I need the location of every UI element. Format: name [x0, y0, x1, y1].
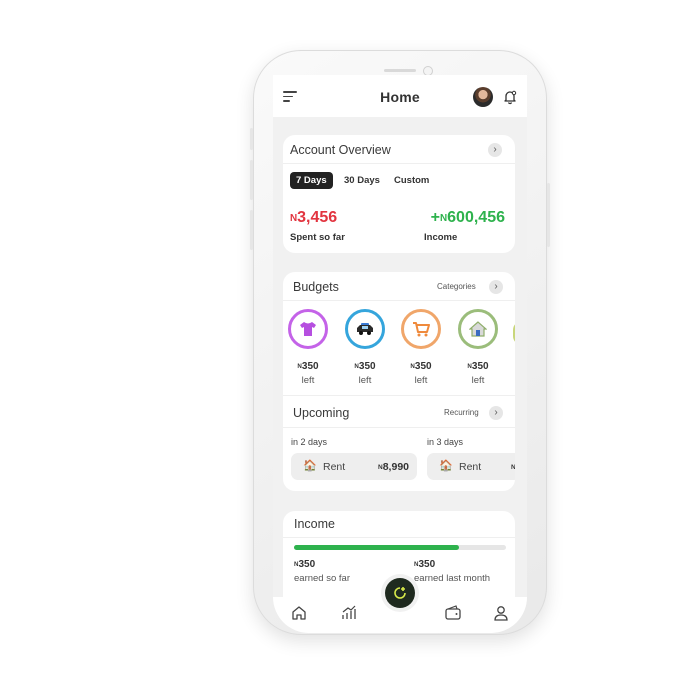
recurring-link[interactable]: Recurring [444, 408, 479, 417]
divider [283, 300, 515, 301]
house-icon [469, 321, 487, 337]
budget-left-label: left [301, 375, 315, 386]
chevron-right-icon[interactable]: › [488, 143, 502, 157]
tab-custom[interactable]: Custom [388, 172, 435, 189]
spent-label: Spent so far [290, 232, 345, 243]
upcoming-due: in 2 days [291, 437, 328, 447]
add-transaction-button[interactable] [385, 578, 415, 608]
income-progress-bar [294, 545, 506, 550]
budget-amount-value: 350 [414, 361, 432, 372]
upcoming-item-amount: N [511, 461, 515, 473]
upcoming-due: in 3 days [427, 437, 464, 447]
divider [283, 395, 515, 396]
wallet-icon[interactable] [443, 603, 463, 623]
budget-ring-shopping[interactable] [401, 309, 441, 349]
budget-amount-value: 350 [358, 361, 376, 372]
account-overview-card: Account Overview › 7 Days 30 Days Custom… [283, 135, 515, 253]
house-small-icon: 🏠 [439, 460, 453, 472]
currency-symbol: N [511, 464, 515, 471]
income-progress-fill [294, 545, 460, 550]
spent-amount-value: 3,456 [297, 209, 338, 226]
chart-icon[interactable] [339, 603, 359, 623]
earned-amount-value: 350 [298, 559, 316, 570]
categories-link[interactable]: Categories [437, 282, 476, 291]
budget-ring-housing[interactable] [458, 309, 498, 349]
budgets-card: Budgets Categories › N350 left N350 left… [283, 272, 515, 491]
shopping-cart-icon [413, 322, 430, 337]
divider [283, 427, 515, 428]
budget-amount: N350 [455, 361, 501, 372]
phone-side-button [250, 128, 253, 150]
phone-side-button [250, 160, 253, 200]
budget-amount: N350 [285, 361, 331, 372]
upcoming-item-label: Rent [323, 461, 346, 473]
divider [283, 537, 515, 538]
budget-ring-clothing[interactable] [288, 309, 328, 349]
user-avatar[interactable] [473, 87, 493, 107]
budget-left-label: left [471, 375, 485, 386]
divider [283, 163, 515, 164]
upcoming-title: Upcoming [293, 406, 350, 420]
budget-ring-transport[interactable] [345, 309, 385, 349]
account-overview-title: Account Overview [290, 143, 391, 157]
last-month-amount: N350 [414, 559, 435, 570]
top-bar: Home [273, 75, 527, 117]
income-amount: +N600,456 [431, 209, 505, 227]
income-prefix: + [430, 209, 440, 226]
income-title: Income [294, 517, 335, 531]
chevron-right-icon[interactable]: › [489, 280, 503, 294]
upcoming-item-amount: N8,990 [378, 461, 409, 473]
upcoming-item[interactable]: 🏠 Rent N8,990 [291, 453, 417, 480]
budget-amount-value: 350 [471, 361, 489, 372]
upcoming-item-amount-value: 8,990 [382, 461, 409, 473]
income-amount-value: 600,456 [447, 209, 505, 226]
house-small-icon: 🏠 [303, 460, 317, 472]
app-screen: Home Account Overview › 7 Days 30 Days C… [273, 75, 527, 633]
spent-amount: N3,456 [290, 209, 337, 227]
tab-30-days[interactable]: 30 Days [338, 172, 386, 189]
budget-left-label: left [358, 375, 372, 386]
upcoming-item-label: Rent [459, 461, 482, 473]
phone-power-button [547, 183, 550, 247]
notification-bell-icon[interactable] [502, 89, 518, 105]
budget-amount-value: 350 [301, 361, 319, 372]
phone-speaker [384, 69, 416, 72]
last-month-amount-value: 350 [418, 559, 436, 570]
budget-ring-partial[interactable] [513, 321, 515, 345]
phone-side-button [250, 210, 253, 250]
add-transaction-icon [394, 587, 406, 599]
chevron-right-icon[interactable]: › [489, 406, 503, 420]
earned-label: earned so far [294, 573, 350, 584]
budget-amount: N350 [398, 361, 444, 372]
income-label: Income [424, 232, 458, 243]
home-icon[interactable] [289, 603, 309, 623]
tshirt-icon [300, 322, 316, 336]
profile-icon[interactable] [491, 603, 511, 623]
earned-amount: N350 [294, 559, 315, 570]
car-icon [357, 323, 373, 335]
budget-left-label: left [414, 375, 428, 386]
budgets-title: Budgets [293, 280, 339, 294]
tab-7-days[interactable]: 7 Days [290, 172, 333, 189]
upcoming-item[interactable]: 🏠 Rent N [427, 453, 515, 480]
budget-amount: N350 [342, 361, 388, 372]
last-month-label: earned last month [414, 573, 491, 584]
